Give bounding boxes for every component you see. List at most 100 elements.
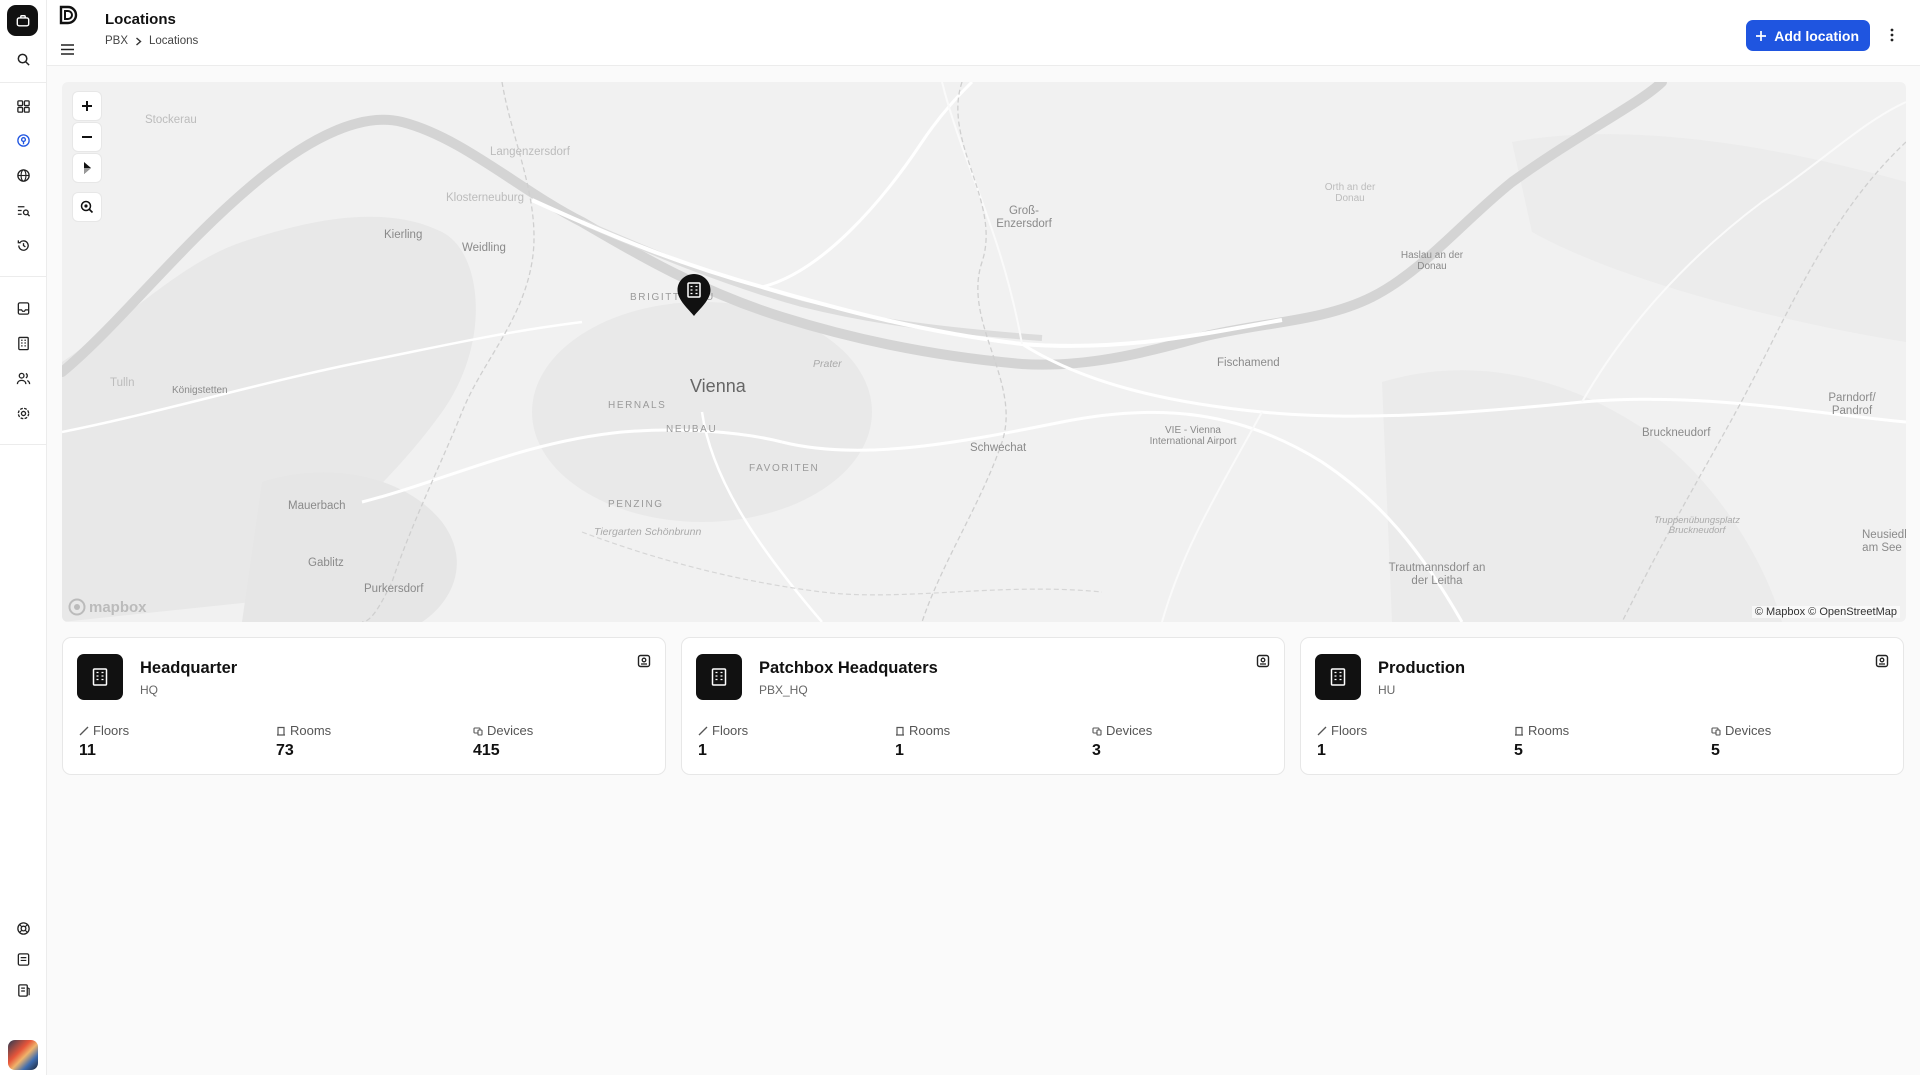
map-label: Haslau an der Donau <box>1400 250 1464 272</box>
page-title: Locations <box>105 11 176 28</box>
location-name: Production <box>1378 659 1466 677</box>
map-locate-icon <box>1875 654 1889 668</box>
icon-rail <box>0 0 47 1075</box>
building-icon <box>711 668 727 686</box>
building-icon <box>17 336 29 350</box>
map-label: Parndorf/ Pandrof <box>1828 392 1876 417</box>
building-badge <box>1315 654 1361 700</box>
zoom-in-button[interactable] <box>73 92 101 120</box>
hamburger-icon <box>60 43 74 55</box>
door-icon <box>277 726 285 736</box>
notes-icon <box>17 983 30 997</box>
building-badge <box>77 654 123 700</box>
location-code: HQ <box>140 683 158 697</box>
zoom-out-button[interactable] <box>73 123 101 151</box>
stat-label: Floors <box>712 723 749 738</box>
location-map-button[interactable] <box>635 652 653 670</box>
docs-button[interactable] <box>11 947 35 971</box>
settings-button[interactable] <box>11 401 35 425</box>
map-label: Königstetten <box>172 385 228 396</box>
network-button[interactable] <box>11 163 35 187</box>
stat-devices: Devices 5 <box>1711 723 1771 760</box>
building-badge <box>696 654 742 700</box>
plus-icon <box>1756 30 1767 41</box>
users-icon <box>16 372 30 384</box>
stat-label: Devices <box>487 723 534 738</box>
map-label: Kierling <box>384 229 423 241</box>
map-label: Tulln <box>110 377 135 389</box>
map-locate-icon <box>637 654 651 668</box>
breadcrumb-item-pbx[interactable]: PBX <box>105 35 128 47</box>
stat-value: 5 <box>1711 742 1720 759</box>
map-label: Schwechat <box>970 442 1027 454</box>
location-code: HU <box>1378 683 1396 697</box>
district-label: FAVORITEN <box>749 463 820 474</box>
map-label: Gablitz <box>308 557 344 569</box>
stat-value: 1 <box>895 742 904 759</box>
devices-icon <box>473 726 483 736</box>
users-button[interactable] <box>11 366 35 390</box>
park-label: Prater <box>813 358 842 370</box>
district-label: HERNALS <box>608 400 667 411</box>
map-label: Weidling <box>462 242 506 254</box>
locations-nav-button[interactable] <box>11 128 35 152</box>
map-label: Stockerau <box>145 114 197 126</box>
park-label: Truppenübungsplatz Bruckneudorf <box>1654 515 1740 537</box>
locations-map[interactable]: Stockerau Langenzersdorf Klosterneuburg … <box>62 82 1906 622</box>
location-code: PBX_HQ <box>759 683 808 697</box>
location-map-button[interactable] <box>1254 652 1272 670</box>
add-location-button[interactable]: Add location <box>1746 20 1870 51</box>
mapbox-wordmark: mapbox <box>89 598 147 616</box>
map-attribution[interactable]: © Mapbox © OpenStreetMap <box>1751 606 1900 618</box>
stat-value: 73 <box>276 742 294 759</box>
map-label: Groß-Enzersdorf <box>996 205 1052 230</box>
stat-value: 1 <box>1317 742 1326 759</box>
locate-button[interactable] <box>73 193 101 221</box>
stat-floors: Floors 1 <box>1317 723 1367 760</box>
stat-floors: Floors 11 <box>79 723 129 760</box>
inbox-button[interactable] <box>11 296 35 320</box>
dashboard-button[interactable] <box>11 94 35 118</box>
help-icon <box>16 921 30 935</box>
location-card[interactable]: Headquarter HQ Floors 11 Rooms 73 Device… <box>62 637 666 775</box>
discovery-button[interactable] <box>11 198 35 222</box>
district-label: NEUBAU <box>666 424 718 435</box>
menu-toggle-button[interactable] <box>56 38 78 60</box>
plus-icon <box>82 101 92 111</box>
location-map-button[interactable] <box>1873 652 1891 670</box>
stat-label: Devices <box>1725 723 1772 738</box>
city-label: Vienna <box>690 376 746 396</box>
location-card[interactable]: Production HU Floors 1 Rooms 5 Devices 5 <box>1300 637 1904 775</box>
map-label: Orth an der Donau <box>1324 182 1376 204</box>
building-icon <box>1330 668 1346 686</box>
location-pin-marker[interactable] <box>674 272 714 318</box>
compass-icon <box>84 162 91 174</box>
buildings-button[interactable] <box>11 331 35 355</box>
stat-value: 415 <box>473 742 500 759</box>
chevron-right-icon <box>136 36 142 46</box>
compass-button[interactable] <box>73 154 101 182</box>
home-button[interactable] <box>7 5 38 36</box>
ruler-icon <box>79 726 89 735</box>
more-options-button[interactable] <box>1882 22 1902 48</box>
search-list-icon <box>17 205 30 217</box>
search-button[interactable] <box>11 47 35 71</box>
stat-value: 3 <box>1092 742 1101 759</box>
location-card[interactable]: Patchbox Headquaters PBX_HQ Floors 1 Roo… <box>681 637 1285 775</box>
stat-rooms: Rooms 1 <box>895 723 950 760</box>
map-label: Neusiedl am See <box>1862 529 1906 554</box>
airport-label: VIE - Vienna International Airport <box>1149 425 1237 447</box>
help-button[interactable] <box>11 916 35 940</box>
settings-icon <box>17 407 29 419</box>
more-vertical-icon <box>1890 28 1894 42</box>
add-location-label: Add location <box>1774 27 1859 44</box>
mapbox-logo[interactable]: mapbox <box>68 598 147 616</box>
door-icon <box>1515 726 1523 736</box>
location-name: Patchbox Headquaters <box>759 659 938 677</box>
door-icon <box>896 726 904 736</box>
user-avatar[interactable] <box>8 1040 38 1070</box>
history-button[interactable] <box>11 233 35 257</box>
stat-value: 11 <box>79 742 96 759</box>
notes-button[interactable] <box>11 978 35 1002</box>
app-logo[interactable] <box>57 4 79 26</box>
